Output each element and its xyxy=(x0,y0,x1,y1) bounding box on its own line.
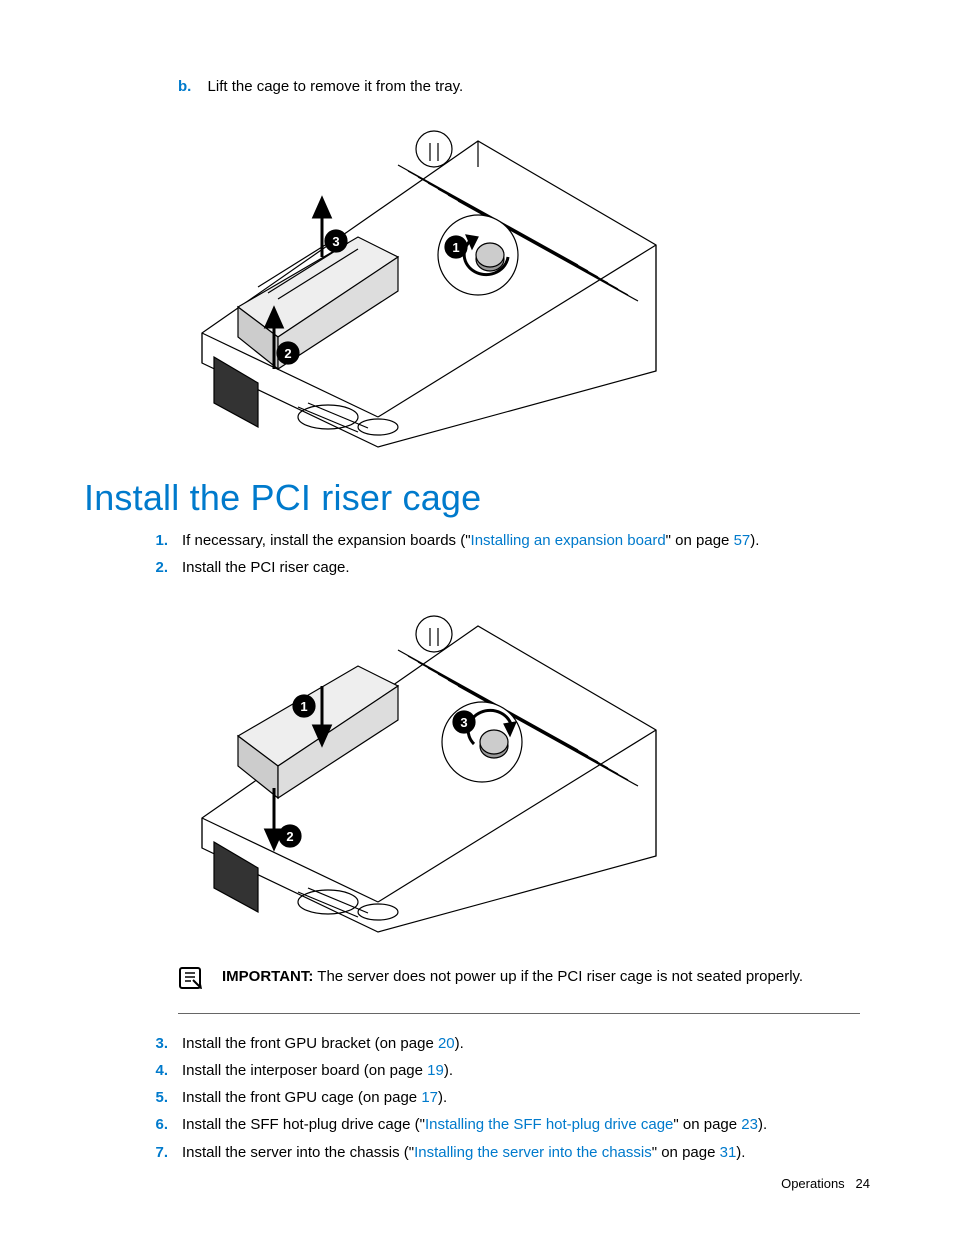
page-ref-23[interactable]: 23 xyxy=(741,1116,758,1133)
svg-text:3: 3 xyxy=(332,234,339,249)
step-number: 4. xyxy=(138,1059,168,1082)
step-text: Install the front GPU cage (on page 17). xyxy=(182,1089,447,1106)
sub-step-letter: b. xyxy=(178,78,191,95)
step-2: 2. Install the PCI riser cage. xyxy=(138,556,870,579)
figure-install-cage: 1 2 3 xyxy=(178,586,870,938)
step-number: 2. xyxy=(138,556,168,579)
step-4: 4. Install the interposer board (on page… xyxy=(138,1059,870,1082)
step-1: 1. If necessary, install the expansion b… xyxy=(138,529,870,552)
svg-text:1: 1 xyxy=(300,699,307,714)
step-text: Install the interposer board (on page 19… xyxy=(182,1062,453,1079)
step-text: Install the server into the chassis ("In… xyxy=(182,1144,745,1161)
page-ref-20[interactable]: 20 xyxy=(438,1035,455,1052)
server-illustration-2: 1 2 3 xyxy=(178,586,658,938)
step-text: If necessary, install the expansion boar… xyxy=(182,532,759,549)
sub-step-b: b. Lift the cage to remove it from the t… xyxy=(178,78,870,95)
page-ref-19[interactable]: 19 xyxy=(427,1062,444,1079)
steps-list-top: 1. If necessary, install the expansion b… xyxy=(138,529,870,580)
step-number: 5. xyxy=(138,1086,168,1109)
sub-step-text: Lift the cage to remove it from the tray… xyxy=(208,78,464,95)
step-7: 7. Install the server into the chassis (… xyxy=(138,1141,870,1164)
page-footer: Operations 24 xyxy=(781,1176,870,1191)
step-text: Install the PCI riser cage. xyxy=(182,559,350,576)
step-text: Install the SFF hot-plug drive cage ("In… xyxy=(182,1116,767,1133)
svg-text:2: 2 xyxy=(286,829,293,844)
figure-remove-cage: 3 2 1 xyxy=(178,107,870,459)
important-label: IMPORTANT: xyxy=(222,968,313,985)
link-sff-cage[interactable]: Installing the SFF hot-plug drive cage xyxy=(425,1116,673,1133)
footer-section: Operations xyxy=(781,1176,845,1191)
document-page: b. Lift the cage to remove it from the t… xyxy=(0,0,954,1235)
important-note: IMPORTANT: The server does not power up … xyxy=(178,956,860,1014)
server-illustration-1: 3 2 1 xyxy=(178,107,658,459)
page-ref-17[interactable]: 17 xyxy=(421,1089,438,1106)
step-number: 6. xyxy=(138,1113,168,1136)
link-install-chassis[interactable]: Installing the server into the chassis xyxy=(414,1144,652,1161)
important-text: IMPORTANT: The server does not power up … xyxy=(222,966,803,987)
footer-page-number: 24 xyxy=(856,1176,870,1191)
svg-text:3: 3 xyxy=(460,715,467,730)
step-3: 3. Install the front GPU bracket (on pag… xyxy=(138,1032,870,1055)
svg-text:2: 2 xyxy=(284,346,291,361)
page-ref-57[interactable]: 57 xyxy=(734,532,751,549)
important-icon xyxy=(178,966,204,997)
step-number: 7. xyxy=(138,1141,168,1164)
step-text: Install the front GPU bracket (on page 2… xyxy=(182,1035,464,1052)
link-expansion-board[interactable]: Installing an expansion board xyxy=(471,532,666,549)
step-5: 5. Install the front GPU cage (on page 1… xyxy=(138,1086,870,1109)
page-ref-31[interactable]: 31 xyxy=(720,1144,737,1161)
steps-list-bottom: 3. Install the front GPU bracket (on pag… xyxy=(138,1032,870,1164)
section-heading: Install the PCI riser cage xyxy=(84,477,870,519)
step-6: 6. Install the SFF hot-plug drive cage (… xyxy=(138,1113,870,1136)
step-number: 1. xyxy=(138,529,168,552)
step-number: 3. xyxy=(138,1032,168,1055)
svg-text:1: 1 xyxy=(452,240,459,255)
